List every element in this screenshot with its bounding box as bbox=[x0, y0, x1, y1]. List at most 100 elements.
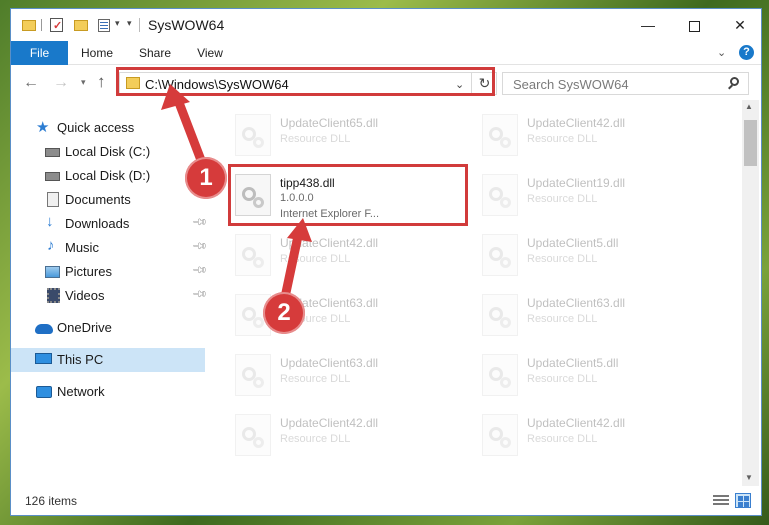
item-count: 126 items bbox=[25, 494, 78, 508]
scroll-up-icon[interactable]: ▲ bbox=[745, 102, 753, 111]
sidebar-item-documents[interactable]: Documents bbox=[11, 188, 205, 212]
sidebar-item-music[interactable]: ♪ Music 📌︎ bbox=[11, 236, 208, 260]
up-button[interactable]: ↑ bbox=[97, 72, 106, 92]
tiles-view-icon[interactable] bbox=[735, 493, 751, 508]
file-item[interactable]: UpdateClient63.dll Resource DLL bbox=[458, 284, 693, 344]
sidebar-item-label: Network bbox=[57, 384, 105, 399]
scroll-down-icon[interactable]: ▼ bbox=[745, 473, 753, 482]
sidebar-item-downloads[interactable]: ↓ Downloads 📌︎ bbox=[11, 212, 208, 236]
file-type: Resource DLL bbox=[280, 373, 351, 385]
tab-view[interactable]: View bbox=[191, 41, 229, 65]
sidebar-item-local-disk-c[interactable]: Local Disk (C:) bbox=[11, 140, 205, 164]
network-icon bbox=[36, 386, 52, 398]
recent-locations-icon[interactable]: ▾ bbox=[81, 77, 86, 88]
file-type: Resource DLL bbox=[527, 253, 598, 265]
file-name: UpdateClient42.dll bbox=[527, 416, 626, 430]
file-name: UpdateClient42.dll bbox=[280, 416, 379, 430]
sidebar-item-quick-access[interactable]: ★ Quick access bbox=[11, 116, 205, 140]
tab-home[interactable]: Home bbox=[77, 41, 117, 65]
minimize-button[interactable]: — bbox=[625, 9, 671, 41]
sidebar-item-pictures[interactable]: Pictures 📌︎ bbox=[11, 260, 208, 284]
details-view-icon[interactable] bbox=[713, 495, 729, 507]
properties-check-icon[interactable]: ✓ bbox=[49, 17, 65, 33]
file-name: UpdateClient63.dll bbox=[527, 296, 626, 310]
forward-button[interactable]: → bbox=[53, 74, 69, 92]
search-placeholder: Search SysWOW64 bbox=[513, 77, 629, 92]
tab-share[interactable]: Share bbox=[135, 41, 175, 65]
pin-icon[interactable]: 📌︎ bbox=[191, 262, 208, 279]
file-item[interactable]: UpdateClient5.dll Resource DLL bbox=[458, 344, 693, 404]
file-item[interactable]: UpdateClient42.dll Resource DLL bbox=[211, 404, 446, 464]
pin-icon[interactable]: 📌︎ bbox=[191, 286, 208, 303]
file-item[interactable]: UpdateClient65.dll Resource DLL bbox=[211, 104, 446, 164]
sidebar-item-label: This PC bbox=[57, 352, 104, 367]
file-name: UpdateClient65.dll bbox=[280, 116, 379, 130]
close-button[interactable]: ✕ bbox=[717, 9, 763, 41]
file-type: Resource DLL bbox=[527, 133, 598, 145]
dll-file-icon bbox=[482, 414, 518, 456]
navigation-pane: ★ Quick access Local Disk (C:) Local Dis… bbox=[11, 100, 208, 486]
dll-file-icon bbox=[482, 294, 518, 336]
file-name: UpdateClient19.dll bbox=[527, 176, 626, 190]
sidebar-item-label: Videos bbox=[65, 288, 105, 303]
vertical-scrollbar[interactable]: ▲ ▼ bbox=[742, 100, 759, 486]
status-bar: 126 items bbox=[11, 486, 761, 515]
scrollbar-thumb[interactable] bbox=[744, 120, 757, 166]
tab-file[interactable]: File bbox=[11, 41, 68, 65]
properties-icon[interactable] bbox=[97, 17, 113, 33]
sidebar-item-label: Downloads bbox=[65, 216, 130, 231]
disk-icon bbox=[45, 172, 60, 181]
new-folder-icon[interactable] bbox=[73, 17, 89, 33]
back-button[interactable]: ← bbox=[23, 74, 39, 92]
file-item[interactable]: UpdateClient63.dll Resource DLL bbox=[211, 284, 446, 344]
file-name: UpdateClient42.dll bbox=[280, 236, 379, 250]
file-type: Resource DLL bbox=[280, 133, 351, 145]
pin-icon[interactable]: 📌︎ bbox=[191, 214, 208, 231]
sidebar-item-this-pc[interactable]: This PC bbox=[11, 348, 205, 372]
help-icon[interactable]: ? bbox=[739, 45, 754, 60]
file-name: UpdateClient5.dll bbox=[527, 236, 619, 250]
file-item[interactable]: UpdateClient5.dll Resource DLL bbox=[458, 224, 693, 284]
title-separator bbox=[139, 18, 140, 32]
file-highlight-box bbox=[228, 164, 468, 226]
dll-file-icon bbox=[482, 174, 518, 216]
sidebar-item-label: OneDrive bbox=[57, 320, 112, 335]
file-name: UpdateClient5.dll bbox=[527, 356, 619, 370]
file-item[interactable]: UpdateClient42.dll Resource DLL bbox=[211, 224, 446, 284]
customize-toolbar-icon[interactable]: ▾ bbox=[127, 18, 132, 29]
file-item[interactable]: UpdateClient42.dll Resource DLL bbox=[458, 404, 693, 464]
sidebar-item-network[interactable]: Network bbox=[11, 380, 205, 404]
file-item[interactable]: UpdateClient63.dll Resource DLL bbox=[211, 344, 446, 404]
search-icon[interactable] bbox=[726, 76, 742, 92]
dll-file-icon bbox=[235, 414, 271, 456]
dll-file-icon bbox=[235, 114, 271, 156]
chevron-down-icon[interactable]: ▾ bbox=[115, 18, 120, 29]
pin-icon[interactable]: 📌︎ bbox=[191, 238, 208, 255]
sidebar-item-label: Pictures bbox=[65, 264, 112, 279]
sidebar-item-label: Local Disk (D:) bbox=[65, 168, 151, 183]
maximize-button[interactable] bbox=[671, 9, 717, 41]
music-icon: ♪ bbox=[47, 237, 55, 254]
step-badge-1: 1 bbox=[185, 157, 227, 199]
onedrive-icon bbox=[35, 324, 53, 334]
sidebar-item-label: Music bbox=[65, 240, 99, 255]
file-name: UpdateClient42.dll bbox=[527, 116, 626, 130]
file-type: Resource DLL bbox=[280, 253, 351, 265]
file-item[interactable]: UpdateClient19.dll Resource DLL bbox=[458, 164, 693, 224]
file-item[interactable]: UpdateClient42.dll Resource DLL bbox=[458, 104, 693, 164]
disk-icon bbox=[45, 148, 60, 157]
search-input[interactable]: Search SysWOW64 bbox=[502, 72, 749, 95]
dll-file-icon bbox=[235, 234, 271, 276]
file-type: Resource DLL bbox=[527, 433, 598, 445]
sidebar-item-local-disk-d[interactable]: Local Disk (D:) bbox=[11, 164, 205, 188]
downloads-icon: ↓ bbox=[46, 213, 54, 230]
expand-ribbon-icon[interactable]: ⌄ bbox=[717, 46, 726, 59]
folder-icon[interactable] bbox=[21, 17, 37, 33]
dll-file-icon bbox=[235, 354, 271, 396]
sidebar-item-videos[interactable]: Videos 📌︎ bbox=[11, 284, 208, 308]
address-highlight-box bbox=[116, 67, 495, 96]
videos-icon bbox=[47, 288, 60, 303]
file-type: Resource DLL bbox=[527, 373, 598, 385]
file-type: Resource DLL bbox=[280, 433, 351, 445]
sidebar-item-onedrive[interactable]: OneDrive bbox=[11, 316, 205, 340]
